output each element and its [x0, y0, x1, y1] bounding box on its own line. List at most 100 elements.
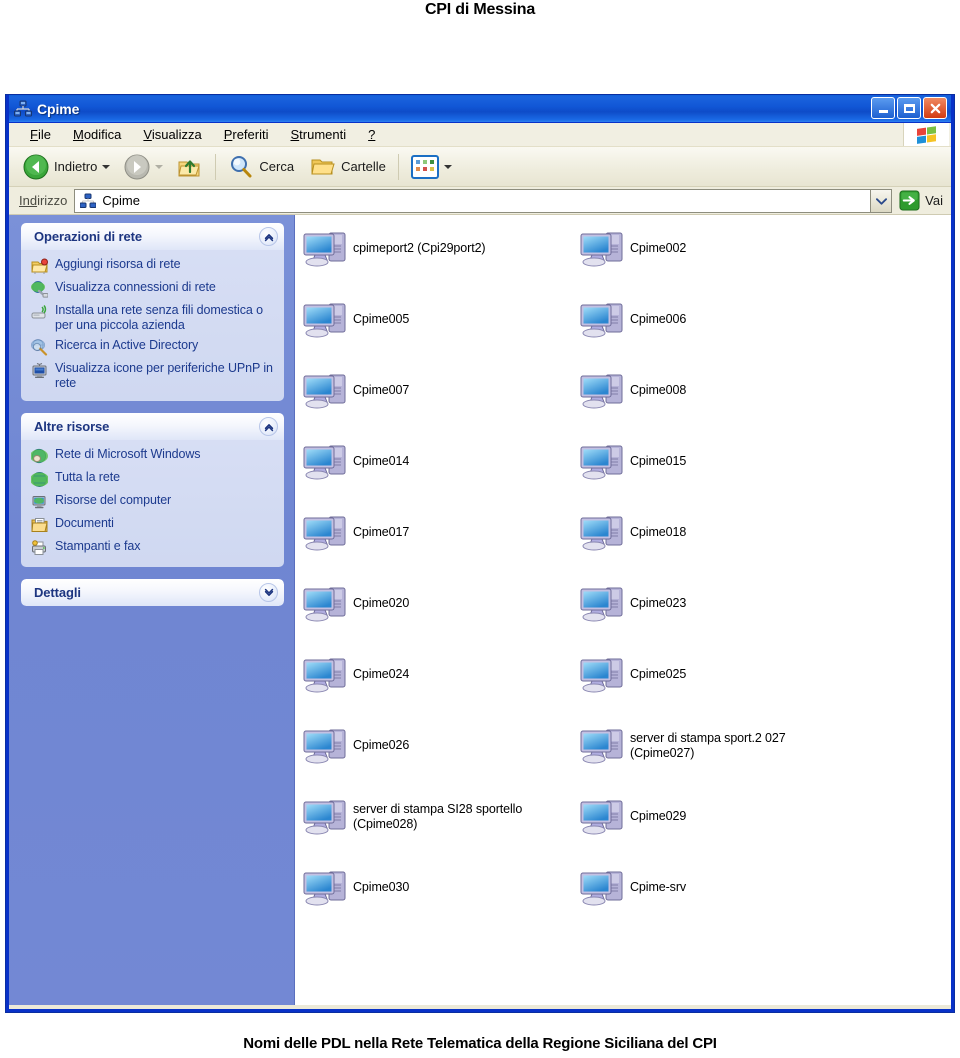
- list-item[interactable]: Cpime029: [580, 793, 857, 864]
- folders-button[interactable]: Cartelle: [306, 150, 390, 184]
- item-label: server di stampa sport.2 027 (Cpime027): [630, 731, 786, 760]
- upnp-device-icon: [31, 362, 48, 379]
- task-label: Installa una rete senza fili domestica o…: [55, 303, 263, 332]
- list-item[interactable]: Cpime017: [303, 509, 580, 580]
- task-item-tutta-la-rete[interactable]: Tutta la rete: [30, 470, 276, 488]
- list-item[interactable]: Cpime006: [580, 296, 857, 367]
- list-item[interactable]: Cpime002: [580, 225, 857, 296]
- views-button[interactable]: [407, 150, 462, 184]
- task-label: Documenti: [55, 516, 114, 530]
- task-item-stampanti-e-fax[interactable]: Stampanti e fax: [31, 539, 276, 557]
- list-item[interactable]: Cpime023: [580, 580, 857, 651]
- file-list-view[interactable]: cpimeport2 (Cpi29port2) Cpime002 Cpime00…: [295, 215, 951, 1005]
- list-item[interactable]: Cpime014: [303, 438, 580, 509]
- list-item[interactable]: Cpime007: [303, 367, 580, 438]
- computer-icon: [580, 370, 624, 410]
- views-grid-icon: [410, 154, 439, 179]
- menu-strumenti[interactable]: Strumenti: [279, 125, 357, 144]
- computer-icon: [580, 228, 624, 268]
- item-label: Cpime026: [353, 738, 410, 752]
- list-item[interactable]: Cpime030: [303, 864, 580, 935]
- window-title: Cpime: [37, 100, 80, 117]
- list-item[interactable]: Cpime018: [580, 509, 857, 580]
- computer-icon: [303, 299, 347, 339]
- active-directory-search-icon: [30, 339, 48, 356]
- task-item-ricerca-active-directory[interactable]: Ricerca in Active Directory: [30, 338, 276, 356]
- panel-title: Dettagli: [34, 585, 81, 600]
- toolbar-separator: [215, 153, 217, 180]
- my-computer-icon: [31, 494, 48, 511]
- panel-header[interactable]: Altre risorse: [21, 413, 284, 440]
- menu-file[interactable]: File: [19, 125, 62, 144]
- chevron-up-icon[interactable]: [259, 227, 278, 246]
- task-item-visualizza-connessioni-di-rete[interactable]: Visualizza connessioni di rete: [31, 280, 276, 298]
- task-item-visualizza-icone-upnp[interactable]: Visualizza icone per periferiche UPnP in…: [31, 361, 276, 391]
- address-input[interactable]: Cpime: [74, 188, 871, 213]
- panel-title: Altre risorse: [34, 419, 110, 434]
- search-button[interactable]: Cerca: [224, 150, 298, 184]
- maximize-button[interactable]: [897, 97, 921, 119]
- address-dropdown-button[interactable]: [870, 188, 893, 213]
- explorer-window: Cpime File Modifica Visualizza Preferiti…: [6, 95, 954, 1012]
- menu-visualizza[interactable]: Visualizza: [132, 125, 212, 144]
- menu-preferiti[interactable]: Preferiti: [213, 125, 280, 144]
- panel-header[interactable]: Operazioni di rete: [21, 223, 284, 250]
- task-item-risorse-del-computer[interactable]: Risorse del computer: [31, 493, 276, 511]
- printers-and-faxes-icon: [31, 540, 48, 557]
- task-label: Risorse del computer: [55, 493, 172, 507]
- up-button[interactable]: [173, 150, 207, 184]
- computer-icon: [303, 441, 347, 481]
- search-label: Cerca: [259, 159, 295, 174]
- menubar: File Modifica Visualizza Preferiti Strum…: [9, 123, 951, 147]
- task-item-documenti[interactable]: Documenti: [31, 516, 276, 534]
- item-label: Cpime018: [630, 525, 687, 539]
- list-item[interactable]: server di stampa sport.2 027 (Cpime027): [580, 722, 857, 793]
- chevron-up-icon[interactable]: [259, 417, 278, 436]
- task-item-aggiungi-risorsa-di-rete[interactable]: Aggiungi risorsa di rete: [31, 257, 276, 275]
- list-item[interactable]: Cpime015: [580, 438, 857, 509]
- magnifier-icon: [228, 154, 254, 180]
- addressbar: Indirizzo Cpime Vai: [9, 187, 951, 215]
- item-label: Cpime002: [630, 241, 687, 255]
- task-item-installa-rete-senza-fili[interactable]: Installa una rete senza fili domestica o…: [31, 303, 276, 333]
- list-item[interactable]: Cpime008: [580, 367, 857, 438]
- views-dropdown-icon[interactable]: [443, 164, 452, 169]
- menu-modifica[interactable]: Modifica: [62, 125, 132, 144]
- list-item[interactable]: Cpime025: [580, 651, 857, 722]
- windows-flag-icon: [903, 123, 949, 146]
- list-item[interactable]: Cpime020: [303, 580, 580, 651]
- go-button[interactable]: Vai: [892, 190, 951, 211]
- chevron-down-icon[interactable]: [259, 583, 278, 602]
- menu-help[interactable]: ?: [357, 125, 386, 144]
- panel-altre-risorse: Altre risorse Rete di Microsoft Windows …: [21, 413, 284, 567]
- item-label: Cpime006: [630, 312, 687, 326]
- network-connections-icon: [31, 281, 49, 298]
- page-title: CPI di Messina: [424, 1, 536, 18]
- toolbar-separator-2: [397, 153, 399, 180]
- computer-icon: [580, 867, 624, 907]
- add-network-place-icon: [31, 258, 48, 275]
- forward-arrow-icon: [124, 154, 150, 180]
- list-item[interactable]: Cpime005: [303, 296, 580, 367]
- item-label: Cpime029: [630, 809, 687, 823]
- back-button[interactable]: Indietro: [19, 150, 120, 184]
- close-button[interactable]: [923, 97, 947, 119]
- back-dropdown-icon[interactable]: [102, 164, 111, 169]
- forward-dropdown-icon[interactable]: [155, 164, 164, 169]
- list-item[interactable]: Cpime026: [303, 722, 580, 793]
- page-caption: Nomi delle PDL nella Rete Telematica del…: [243, 1035, 717, 1052]
- address-label: Indirizzo: [19, 193, 68, 208]
- panel-operazioni-di-rete: Operazioni di rete Aggiungi risorsa di r…: [21, 223, 284, 401]
- minimize-button[interactable]: [871, 97, 895, 119]
- panel-body: Aggiungi risorsa di rete Visualizza conn…: [21, 250, 284, 401]
- item-label: Cpime007: [353, 383, 410, 397]
- list-item[interactable]: server di stampa SI28 sportello (Cpime02…: [303, 793, 580, 864]
- computer-icon: [303, 867, 347, 907]
- panel-header[interactable]: Dettagli: [21, 579, 284, 606]
- forward-button[interactable]: [120, 150, 173, 184]
- list-item[interactable]: Cpime024: [303, 651, 580, 722]
- list-item[interactable]: cpimeport2 (Cpi29port2): [303, 225, 580, 296]
- item-label: Cpime015: [630, 454, 687, 468]
- list-item[interactable]: Cpime-srv: [580, 864, 857, 935]
- task-item-rete-di-microsoft-windows[interactable]: Rete di Microsoft Windows: [30, 447, 276, 465]
